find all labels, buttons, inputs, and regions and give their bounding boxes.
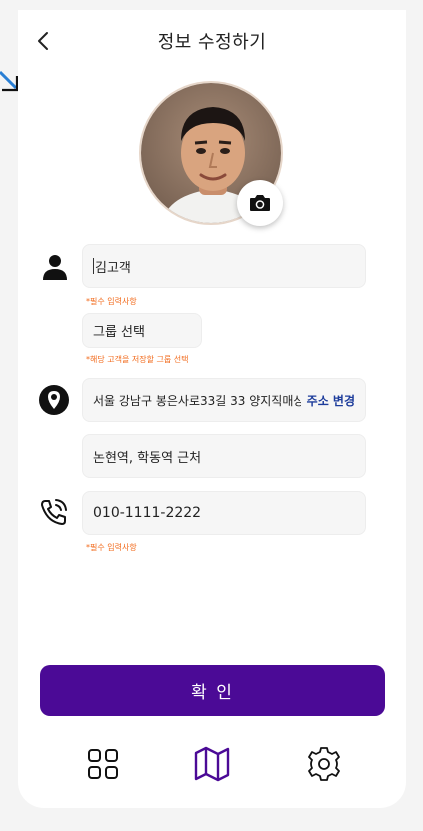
group-select-button[interactable]: 그룹 선택 bbox=[82, 313, 202, 348]
group-select-label: 그룹 선택 bbox=[93, 325, 145, 340]
address-detail-value: 논현역, 학동역 근처 bbox=[93, 450, 202, 466]
nav-settings[interactable] bbox=[304, 744, 344, 784]
grid-icon bbox=[88, 749, 118, 779]
gear-icon bbox=[308, 747, 340, 781]
change-address-button[interactable]: 주소 변경 bbox=[307, 392, 355, 409]
text-caret bbox=[93, 258, 94, 274]
address-field[interactable]: 서울 강남구 봉은사로33길 33 양지직매상가 주소 변경 bbox=[82, 378, 366, 422]
group-hint: *해당 고객을 저장할 그룹 선택 bbox=[86, 355, 189, 364]
confirm-button[interactable]: 확 인 bbox=[40, 665, 385, 716]
name-field[interactable]: 김고객 bbox=[82, 244, 366, 288]
person-icon bbox=[40, 252, 70, 282]
phone-value: 010-1111-2222 bbox=[93, 505, 202, 521]
change-photo-button[interactable] bbox=[237, 180, 283, 226]
nav-map[interactable] bbox=[192, 744, 232, 784]
address-value: 서울 강남구 봉은사로33길 33 양지직매상가 bbox=[93, 393, 301, 408]
phone-icon bbox=[38, 496, 70, 528]
page-title: 정보 수정하기 bbox=[157, 32, 267, 53]
screen: 정보 수정하기 김고객 *필수 입력사항 그룹 선택 *해당 고객을 저장할 그… bbox=[18, 10, 406, 808]
name-required-hint: *필수 입력사항 bbox=[86, 297, 137, 306]
phone-field[interactable]: 010-1111-2222 bbox=[82, 491, 366, 535]
map-icon bbox=[194, 746, 230, 782]
name-value: 김고객 bbox=[95, 260, 131, 276]
location-pin-icon bbox=[38, 384, 70, 416]
nav-grid[interactable] bbox=[83, 744, 123, 784]
profile-photo-area bbox=[139, 81, 283, 226]
phone-required-hint: *필수 입력사항 bbox=[86, 543, 137, 552]
camera-icon bbox=[250, 195, 270, 211]
address-detail-field[interactable]: 논현역, 학동역 근처 bbox=[82, 434, 366, 478]
